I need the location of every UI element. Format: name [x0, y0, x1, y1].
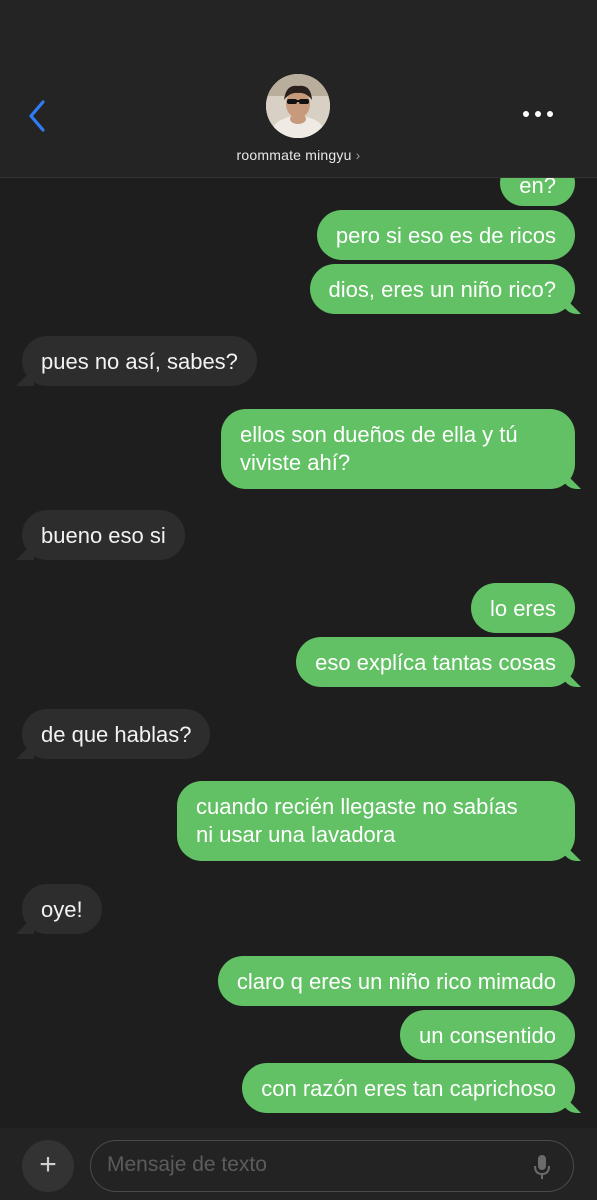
- message-bubble-received[interactable]: de que hablas?: [22, 709, 211, 759]
- message-input-placeholder: Mensaje de texto: [107, 1153, 267, 1176]
- add-attachment-button[interactable]: +: [22, 1140, 74, 1192]
- message-bubble-sent[interactable]: con razón eres tan caprichoso: [242, 1063, 575, 1113]
- message-text-line: ellos son dueños de ella y tú: [240, 422, 518, 447]
- message-text: claro q eres un niño rico mimado: [236, 969, 556, 994]
- message-text: eso explíca tantas cosas: [315, 650, 556, 675]
- message-text: de que hablas?: [41, 722, 192, 747]
- message-bubble-sent[interactable]: un consentido: [400, 1010, 575, 1060]
- message-text: oye!: [41, 897, 83, 922]
- message-bubble-received[interactable]: bueno eso si: [22, 510, 185, 560]
- message-bubble-received[interactable]: oye!: [22, 884, 102, 934]
- microphone-icon[interactable]: [533, 1154, 551, 1180]
- message-text-line: viviste ahí?: [240, 450, 351, 475]
- message-text: un consentido: [419, 1023, 556, 1048]
- message-input[interactable]: Mensaje de texto: [90, 1140, 574, 1192]
- message-text: pero si eso es de ricos: [335, 223, 556, 248]
- message-bubble-sent[interactable]: dios, eres un niño rico?: [309, 264, 575, 314]
- message-bubble-sent[interactable]: cuando recién llegaste no sabías ni usar…: [177, 781, 575, 861]
- message-text: con razón eres tan caprichoso: [261, 1076, 556, 1101]
- chevron-right-icon: ›: [355, 147, 361, 163]
- ellipsis-icon[interactable]: [521, 104, 555, 124]
- contact-name-button[interactable]: roommate mingyu ›: [0, 147, 597, 163]
- message-bubble-sent[interactable]: ellos son dueños de ella y tú viviste ah…: [221, 409, 575, 489]
- message-text-line: cuando recién llegaste no sabías: [196, 794, 518, 819]
- message-text: pues no así, sabes?: [41, 349, 238, 374]
- message-bubble-received[interactable]: pues no así, sabes?: [22, 336, 257, 386]
- message-bubble-sent[interactable]: eso explíca tantas cosas: [296, 637, 575, 687]
- message-bubble-sent[interactable]: pero si eso es de ricos: [316, 210, 575, 260]
- message-text: bueno eso si: [41, 523, 166, 548]
- message-text: lo eres: [489, 596, 556, 621]
- message-text-line: ni usar una lavadora: [196, 822, 396, 847]
- avatar[interactable]: [266, 74, 330, 138]
- message-bubble-sent[interactable]: lo eres: [470, 583, 575, 633]
- message-text: dios, eres un niño rico?: [328, 277, 556, 302]
- contact-name: roommate mingyu: [236, 147, 352, 163]
- avatar-photo: [266, 74, 330, 138]
- message-bubble-sent[interactable]: claro q eres un niño rico mimado: [217, 956, 575, 1006]
- chevron-left-icon[interactable]: [26, 98, 50, 134]
- chat-header: roommate mingyu ›: [0, 0, 597, 178]
- chat-screen: en? pero si eso es de ricos dios, eres u…: [0, 0, 597, 1200]
